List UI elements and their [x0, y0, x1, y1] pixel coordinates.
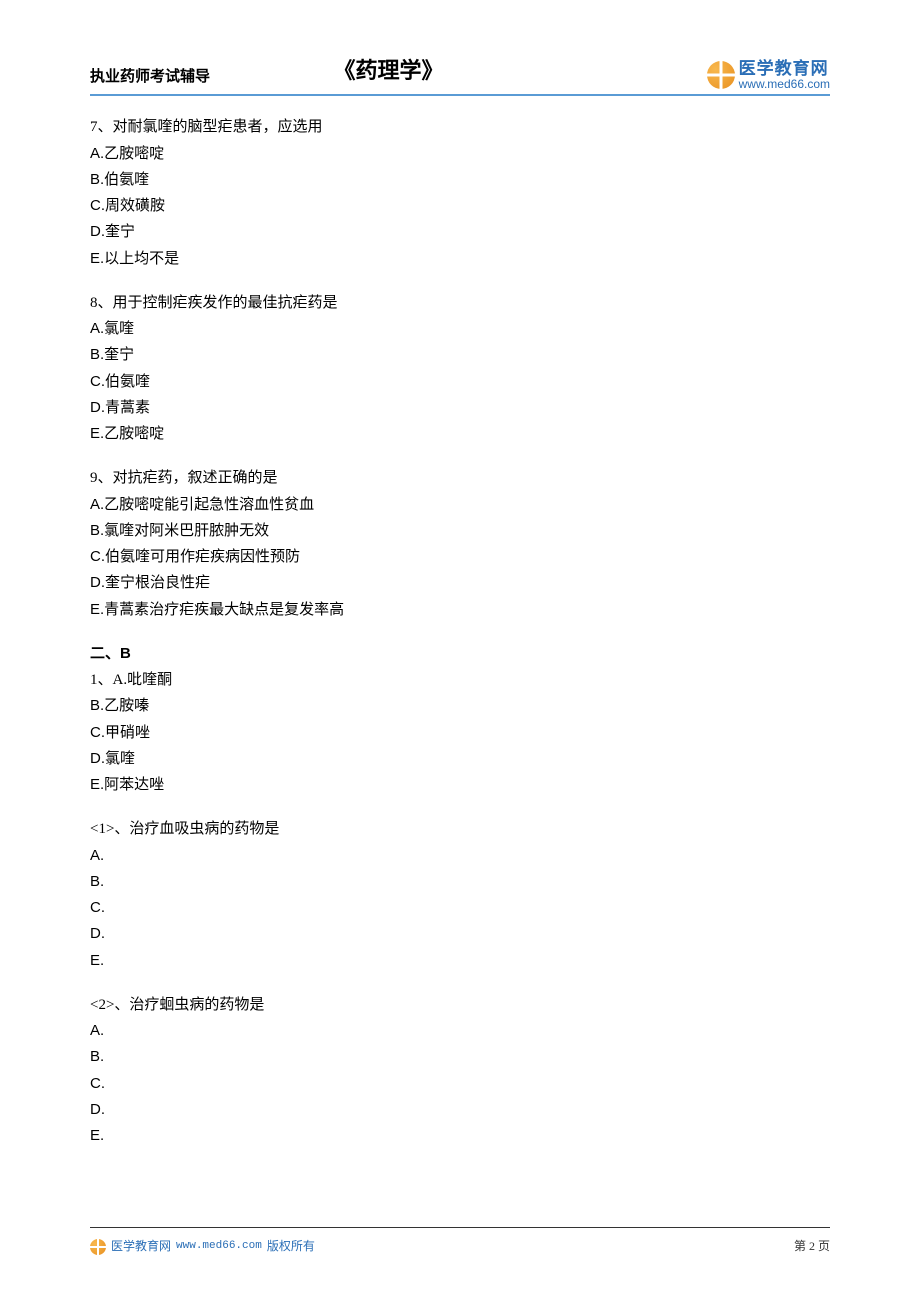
page-number: 第 2 页 — [794, 1236, 830, 1257]
logo-cross-icon — [707, 61, 735, 89]
section-b-heading: 二、B — [90, 641, 830, 667]
option-b: B.氯喹对阿米巴肝脓肿无效 — [90, 518, 830, 544]
option-d: D.氯喹 — [90, 746, 830, 772]
page-title: 《药理学》 — [333, 52, 443, 91]
option-e: E.以上均不是 — [90, 246, 830, 272]
option-c: C. — [90, 895, 830, 921]
option-b: B.奎宁 — [90, 342, 830, 368]
subquestion-1: <1>、治疗血吸虫病的药物是 A. B. C. D. E. — [90, 816, 830, 974]
option-e: E.阿苯达唑 — [90, 772, 830, 798]
logo-text-group: 医学教育网 www.med66.com — [739, 60, 830, 90]
section-b-shared-options: 1、A.吡喹酮 B.乙胺嗪 C.甲硝唑 D.氯喹 E.阿苯达唑 — [90, 667, 830, 798]
header-subtitle: 执业药师考试辅导 — [90, 64, 210, 90]
option-c: C.周效磺胺 — [90, 193, 830, 219]
option-a: A. — [90, 1018, 830, 1044]
subquestion-stem: <1>、治疗血吸虫病的药物是 — [90, 816, 830, 842]
page-footer: 医学教育网 www.med66.com 版权所有 第 2 页 — [90, 1227, 830, 1257]
footer-brand: 医学教育网 — [111, 1236, 171, 1257]
option-a: A.乙胺嘧啶能引起急性溶血性贫血 — [90, 492, 830, 518]
option-e: E. — [90, 1123, 830, 1149]
subquestion-2: <2>、治疗蛔虫病的药物是 A. B. C. D. E. — [90, 992, 830, 1150]
option-b: B. — [90, 1044, 830, 1070]
question-stem: 7、对耐氯喹的脑型疟患者，应选用 — [90, 114, 830, 140]
footer-content: 医学教育网 www.med66.com 版权所有 第 2 页 — [90, 1236, 830, 1257]
option-d: D.青蒿素 — [90, 395, 830, 421]
option-e: E.青蒿素治疗疟疾最大缺点是复发率高 — [90, 597, 830, 623]
logo-brand-name: 医学教育网 — [739, 60, 830, 78]
option-a: A.乙胺嘧啶 — [90, 141, 830, 167]
footer-left-group: 医学教育网 www.med66.com 版权所有 — [90, 1236, 315, 1257]
footer-url: www.med66.com — [176, 1237, 262, 1256]
header-logo: 医学教育网 www.med66.com — [707, 60, 830, 90]
footer-divider — [90, 1227, 830, 1228]
logo-url: www.med66.com — [739, 78, 830, 91]
option-b: B. — [90, 869, 830, 895]
option-a: A.氯喹 — [90, 316, 830, 342]
question-8: 8、用于控制疟疾发作的最佳抗疟药是 A.氯喹 B.奎宁 C.伯氨喹 D.青蒿素 … — [90, 290, 830, 448]
option-e: E.乙胺嘧啶 — [90, 421, 830, 447]
option-a: A. — [90, 843, 830, 869]
option-c: C.甲硝唑 — [90, 720, 830, 746]
footer-copyright: 版权所有 — [267, 1236, 315, 1257]
question-9: 9、对抗疟药，叙述正确的是 A.乙胺嘧啶能引起急性溶血性贫血 B.氯喹对阿米巴肝… — [90, 465, 830, 623]
option-d: D. — [90, 1097, 830, 1123]
option-b: B.伯氨喹 — [90, 167, 830, 193]
page-header: 执业药师考试辅导 《药理学》 医学教育网 www.med66.com — [90, 60, 830, 96]
shared-stem: 1、A.吡喹酮 — [90, 667, 830, 693]
option-e: E. — [90, 948, 830, 974]
subquestion-stem: <2>、治疗蛔虫病的药物是 — [90, 992, 830, 1018]
option-c: C.伯氨喹可用作疟疾病因性预防 — [90, 544, 830, 570]
option-c: C. — [90, 1071, 830, 1097]
option-d: D.奎宁 — [90, 219, 830, 245]
option-b: B.乙胺嗪 — [90, 693, 830, 719]
question-stem: 9、对抗疟药，叙述正确的是 — [90, 465, 830, 491]
question-7: 7、对耐氯喹的脑型疟患者，应选用 A.乙胺嘧啶 B.伯氨喹 C.周效磺胺 D.奎… — [90, 114, 830, 272]
option-d: D.奎宁根治良性疟 — [90, 570, 830, 596]
footer-logo-cross-icon — [90, 1239, 106, 1255]
document-content: 7、对耐氯喹的脑型疟患者，应选用 A.乙胺嘧啶 B.伯氨喹 C.周效磺胺 D.奎… — [90, 114, 830, 1149]
option-d: D. — [90, 921, 830, 947]
option-c: C.伯氨喹 — [90, 369, 830, 395]
question-stem: 8、用于控制疟疾发作的最佳抗疟药是 — [90, 290, 830, 316]
